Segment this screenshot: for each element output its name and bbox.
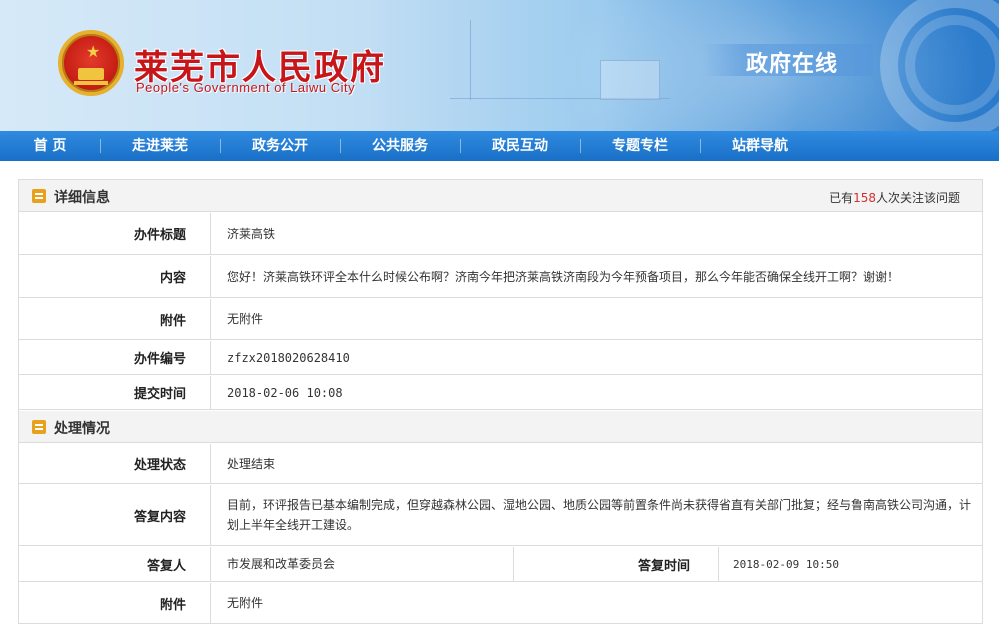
field-label: 答复时间 — [513, 547, 719, 581]
detail-section-header: 详细信息 已有158人次关注该问题 — [19, 180, 982, 212]
tagline: 政府在线 — [746, 52, 839, 77]
field-value: 市发展和改革委员会 — [227, 557, 336, 571]
attention-counter: 已有158人次关注该问题 — [829, 191, 960, 205]
table-row: 办件编号 zfzx2018020628410 — [19, 341, 982, 375]
field-label: 答复人 — [19, 547, 211, 581]
field-label: 答复内容 — [19, 485, 211, 545]
nav-item-about-laiwu[interactable]: 走进莱芜 — [100, 131, 220, 161]
table-row: 答复人 市发展和改革委员会 答复时间 2018-02-09 10:50 — [19, 547, 982, 582]
field-value: 无附件 — [227, 312, 264, 326]
header-banner: ★ 莱芜市人民政府 People's Government of Laiwu C… — [0, 0, 999, 131]
nav-item-home[interactable]: 首 页 — [0, 131, 100, 161]
field-label: 处理状态 — [19, 444, 211, 483]
table-row: 内容 您好！济莱高铁环评全本什么时候公布啊？济南今年把济莱高铁济南段为今年预备项… — [19, 256, 982, 298]
nav-item-government-affairs[interactable]: 政务公开 — [220, 131, 340, 161]
table-row: 附件 无附件 — [19, 299, 982, 340]
nav-item-site-navigation[interactable]: 站群导航 — [700, 131, 820, 161]
field-value: 您好！济莱高铁环评全本什么时候公布啊？济南今年把济莱高铁济南段为今年预备项目，那… — [227, 269, 900, 284]
field-label: 内容 — [19, 256, 211, 297]
national-emblem-logo: ★ — [58, 30, 124, 96]
field-label: 办件编号 — [19, 341, 211, 374]
building-illustration — [600, 60, 660, 100]
list-icon — [32, 189, 46, 203]
nav-item-interaction[interactable]: 政民互动 — [460, 131, 580, 161]
field-value: 目前，环评报告已基本编制完成，但穿越森林公园、湿地公园、地质公园等前置条件尚未获… — [227, 498, 972, 532]
field-label: 附件 — [19, 299, 211, 339]
handling-section-header: 处理情况 — [19, 411, 982, 443]
banner-ring-decoration-inner — [905, 15, 999, 115]
star-icon: ★ — [86, 42, 101, 61]
table-row: 附件 无附件 — [19, 583, 982, 623]
banner-line-decoration — [470, 20, 471, 100]
section-title: 详细信息 — [54, 190, 110, 206]
field-value: 2018-02-09 10:50 — [733, 557, 839, 571]
field-value: 2018-02-06 10:08 — [227, 385, 343, 400]
table-row: 提交时间 2018-02-06 10:08 — [19, 376, 982, 410]
field-label: 办件标题 — [19, 213, 211, 254]
section-title: 处理情况 — [54, 421, 110, 437]
gate-icon — [78, 68, 104, 80]
field-value: 无附件 — [227, 596, 264, 610]
detail-panel: 详细信息 已有158人次关注该问题 办件标题 济莱高铁 内容 您好！济莱高铁环评… — [18, 179, 983, 624]
site-subtitle: People's Government of Laiwu City — [136, 80, 356, 95]
field-label: 附件 — [19, 583, 211, 623]
field-label: 提交时间 — [19, 376, 211, 409]
nav-item-special-topics[interactable]: 专题专栏 — [580, 131, 700, 161]
table-row: 答复内容 目前，环评报告已基本编制完成，但穿越森林公园、湿地公园、地质公园等前置… — [19, 485, 982, 546]
list-icon — [32, 420, 46, 434]
field-value: 济莱高铁 — [227, 226, 276, 241]
nav-item-public-services[interactable]: 公共服务 — [340, 131, 460, 161]
attention-count: 158 — [853, 191, 876, 205]
table-row: 处理状态 处理结束 — [19, 444, 982, 484]
table-row: 办件标题 济莱高铁 — [19, 213, 982, 255]
main-nav: 首 页 走进莱芜 政务公开 公共服务 政民互动 专题专栏 站群导航 — [0, 131, 999, 161]
field-value: 处理结束 — [227, 456, 276, 471]
field-value: zfzx2018020628410 — [227, 350, 350, 365]
